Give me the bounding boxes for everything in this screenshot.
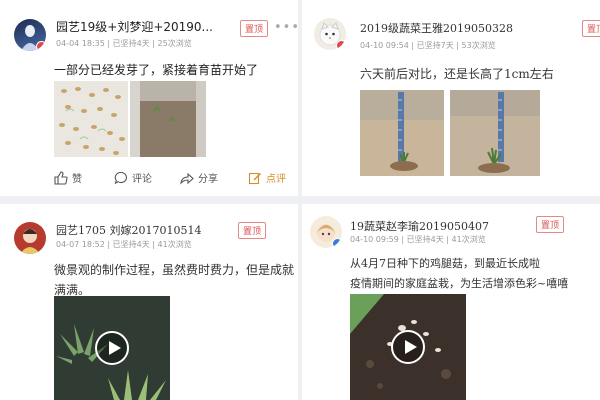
edit-review-icon: [248, 172, 261, 184]
post-author[interactable]: 2019级蔬菜王雅2019050328: [360, 20, 580, 36]
play-button[interactable]: [95, 331, 129, 365]
comment-bubble-icon: [114, 171, 127, 184]
like-label: 赞: [72, 174, 82, 185]
avatar[interactable]: [14, 19, 46, 51]
avatar-badge: [336, 40, 346, 50]
seed-sprouts-image: [54, 81, 128, 157]
avatar-badge: [36, 41, 46, 51]
post-content: 一部分已经发芽了，紧接着育苗开始了: [54, 63, 259, 77]
post-views: 53次浏览: [461, 41, 496, 50]
post-views: 41次浏览: [451, 235, 486, 244]
post-meta: 04-04 18:35 | 已坚持4天 | 25次浏览: [56, 39, 192, 48]
post-video[interactable]: [54, 296, 170, 400]
avatar[interactable]: [314, 18, 346, 50]
post-meta: 04-07 18:52 | 已坚持4天 | 41次浏览: [56, 240, 192, 249]
post-content: 微景观的制作过程，虽然费时费力，但是成就 满满。: [54, 260, 294, 300]
pinned-badge: 置顶: [238, 222, 267, 239]
post-date: 04-10 09:59: [350, 235, 399, 244]
comment-label: 评论: [132, 174, 152, 185]
like-button[interactable]: 赞: [54, 170, 82, 185]
avatar-badge: [332, 238, 342, 248]
post-date: 04-10 09:54: [360, 41, 409, 50]
share-label: 分享: [198, 174, 218, 185]
post-status: 已坚持7天: [416, 41, 454, 50]
post-author[interactable]: 园艺1705 刘嫁2017010514: [56, 222, 236, 238]
play-button[interactable]: [391, 330, 425, 364]
pinned-badge: 置顶: [536, 216, 565, 233]
pinned-badge: 置顶: [240, 20, 269, 37]
post-photo-seeds[interactable]: [54, 81, 128, 157]
ruler-seedling-image: [360, 90, 444, 176]
post-content: 六天前后对比，还是长高了1cm左右: [360, 67, 554, 81]
share-button[interactable]: 分享: [180, 170, 218, 185]
review-button[interactable]: 点评: [248, 170, 286, 185]
post-date: 04-04 18:35: [56, 39, 105, 48]
post-author[interactable]: 园艺19级+刘梦迎+20190...: [56, 18, 226, 35]
post-content-line: 从4月7日种下的鸡腿菇，到最近长成啦: [350, 257, 540, 270]
post-photo-before[interactable]: [360, 90, 444, 176]
thumb-up-icon: [54, 170, 68, 185]
review-label: 点评: [266, 174, 286, 185]
post-views: 41次浏览: [157, 240, 192, 249]
post-status: 已坚持4天: [112, 240, 150, 249]
pinned-badge: 置顶: [582, 20, 600, 37]
seedbed-soil-image: [130, 81, 206, 157]
post-meta: 04-10 09:59 | 已坚持4天 | 41次浏览: [350, 235, 486, 244]
post-views: 25次浏览: [157, 39, 192, 48]
post-meta: 04-10 09:54 | 已坚持7天 | 53次浏览: [360, 41, 496, 50]
avatar[interactable]: [310, 216, 342, 248]
post-content-line: 微景观的制作过程，虽然费时费力，但是成就: [54, 263, 295, 277]
post-date: 04-07 18:52: [56, 240, 105, 249]
post-photo-seedbed[interactable]: [130, 81, 206, 157]
post-status: 已坚持4天: [406, 235, 444, 244]
post-status: 已坚持4天: [112, 39, 150, 48]
avatar-character-icon: [20, 229, 40, 254]
post-content-line: 疫情期间的家庭盆栽，为生活增添色彩~嘻嘻: [350, 277, 569, 290]
post-video[interactable]: [350, 294, 466, 400]
comment-button[interactable]: 评论: [114, 170, 152, 185]
post-card[interactable]: 园艺19级+刘梦迎+20190... 04-04 18:35 | 已坚持4天 |…: [0, 0, 298, 196]
post-photo-after[interactable]: [450, 90, 540, 176]
post-card[interactable]: 园艺1705 刘嫁2017010514 04-07 18:52 | 已坚持4天 …: [0, 204, 298, 400]
more-dots-icon[interactable]: •••: [274, 20, 298, 35]
post-content: 从4月7日种下的鸡腿菇，到最近长成啦 疫情期间的家庭盆栽，为生活增添色彩~嘻嘻: [350, 254, 568, 294]
ruler-seedling-image: [450, 90, 540, 176]
post-card[interactable]: 19蔬菜赵李瑜2019050407 04-10 09:59 | 已坚持4天 | …: [302, 204, 600, 400]
share-arrow-icon: [180, 172, 194, 185]
post-card[interactable]: 2019级蔬菜王雅2019050328 04-10 09:54 | 已坚持7天 …: [302, 0, 600, 196]
post-author[interactable]: 19蔬菜赵李瑜2019050407: [350, 218, 530, 234]
post-actions-bar: 赞 评论 分享 点评: [0, 166, 298, 190]
avatar[interactable]: [14, 222, 46, 254]
